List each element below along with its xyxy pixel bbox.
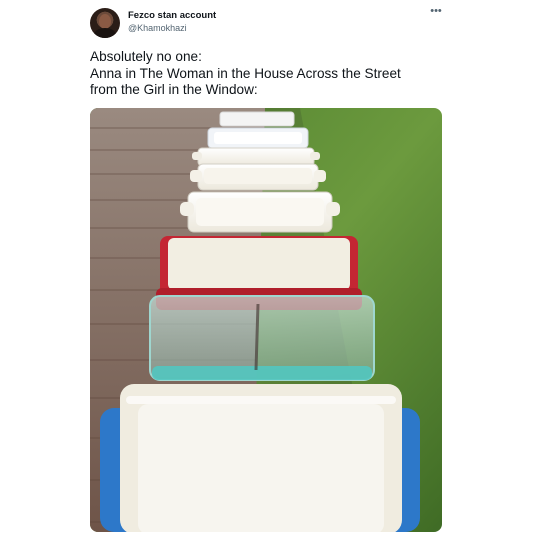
display-name[interactable]: Fezco stan account (128, 10, 216, 21)
dish-glass (149, 295, 375, 381)
tweet-text-line-3: from the Girl in the Window: (90, 82, 258, 97)
tweet-text: Absolutely no one: Anna in The Woman in … (90, 49, 450, 99)
tweet-text-line-1: Absolutely no one: (90, 49, 202, 64)
dish-white-2 (207, 127, 309, 149)
avatar[interactable] (90, 8, 120, 38)
more-dots-icon[interactable]: ••• (428, 6, 444, 20)
avatar-body (94, 28, 116, 38)
avatar-face (99, 14, 111, 29)
dish-white-3 (192, 147, 320, 167)
dish-white-far (219, 111, 295, 127)
tweet-text-line-2: Anna in The Woman in the House Across th… (90, 65, 401, 81)
tweet-photo[interactable] (90, 108, 442, 532)
photo-illustration (90, 108, 442, 532)
user-handle[interactable]: @Khamokhazi (128, 23, 187, 33)
tweet-card: Fezco stan account @Khamokhazi ••• Absol… (0, 0, 534, 536)
dish-white-4 (190, 163, 326, 191)
dish-white-5 (180, 191, 340, 233)
dish-blue (100, 384, 420, 532)
